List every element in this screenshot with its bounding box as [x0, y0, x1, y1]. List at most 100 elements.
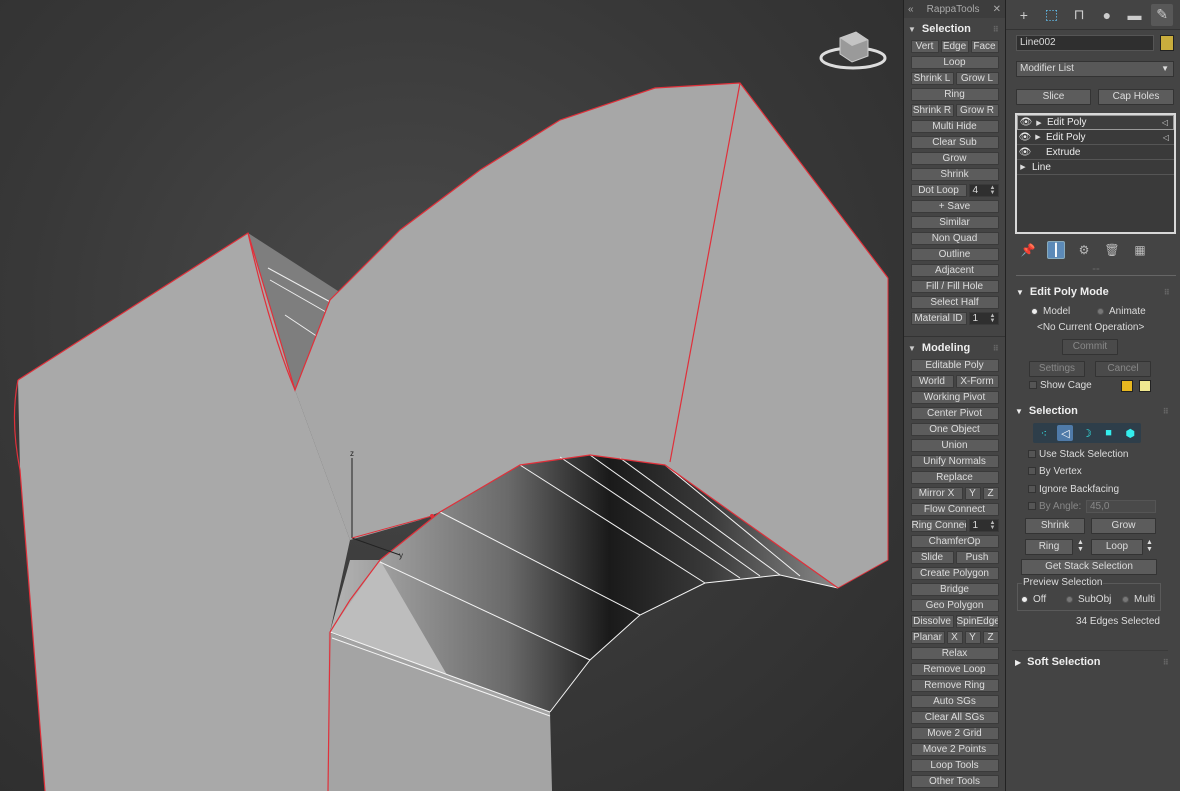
rappa-modeling-rollout[interactable]: ▼ Modeling ⠿: [904, 340, 1005, 356]
expand-icon[interactable]: ▶: [1017, 163, 1029, 171]
motion-icon[interactable]: ●: [1096, 4, 1118, 26]
hierarchy-icon[interactable]: ⊓: [1068, 4, 1090, 26]
shrink-l-button[interactable]: Shrink L: [910, 72, 954, 85]
perspective-viewport[interactable]: z y: [0, 0, 903, 791]
cage-color-swatch-2[interactable]: [1139, 380, 1151, 392]
preview-subobj-radio[interactable]: SubObj: [1066, 594, 1111, 605]
y-button[interactable]: Y: [964, 631, 981, 644]
ring-connect-spinner[interactable]: 1 ▲ ▼: [968, 519, 999, 532]
utilities-icon[interactable]: ✎: [1151, 3, 1174, 26]
use-stack-selection-checkbox[interactable]: Use Stack Selection: [1028, 449, 1129, 460]
border-icon[interactable]: ☽: [1079, 425, 1095, 441]
ring-connect-button[interactable]: Ring Connect: [910, 519, 967, 532]
grow-r-button[interactable]: Grow R: [955, 104, 999, 117]
by-angle-spinner[interactable]: 45,0: [1086, 500, 1156, 513]
make-unique-icon[interactable]: ⚙: [1075, 241, 1093, 259]
auto-sgs-button[interactable]: Auto SGs: [910, 695, 999, 708]
object-color-swatch[interactable]: [1160, 35, 1174, 51]
create-icon[interactable]: +: [1013, 4, 1035, 26]
grow-l-button[interactable]: Grow L: [955, 72, 999, 85]
loop-button[interactable]: Loop: [910, 56, 999, 69]
adjacent-button[interactable]: Adjacent: [910, 264, 999, 277]
stack-item[interactable]: 👁 ▶ Edit Poly ◁: [1017, 130, 1174, 145]
x-form-button[interactable]: X-Form: [955, 375, 999, 388]
edge-icon[interactable]: ◁: [1057, 425, 1074, 441]
close-icon[interactable]: ✕: [993, 4, 1001, 15]
modifier-list-dropdown[interactable]: Modifier List ▼: [1016, 61, 1174, 77]
by-vertex-checkbox[interactable]: By Vertex: [1028, 466, 1082, 477]
cap-holes-button[interactable]: Cap Holes: [1098, 89, 1174, 105]
display-icon[interactable]: ▬: [1123, 4, 1145, 26]
preview-multi-radio[interactable]: Multi: [1122, 594, 1155, 605]
remove-modifier-icon[interactable]: 🗑: [1103, 241, 1121, 259]
center-pivot-button[interactable]: Center Pivot: [910, 407, 999, 420]
cage-color-swatch-1[interactable]: [1121, 380, 1133, 392]
preview-off-radio[interactable]: Off: [1021, 594, 1046, 605]
modify-icon[interactable]: ⬚: [1040, 4, 1062, 26]
flow-connect-button[interactable]: Flow Connect: [910, 503, 999, 516]
settings-button[interactable]: Settings: [1029, 361, 1085, 377]
edge-button[interactable]: Edge: [940, 40, 969, 53]
selection-rollout[interactable]: ▼ Selection ⠿: [1015, 403, 1173, 419]
move-2-grid-button[interactable]: Move 2 Grid: [910, 727, 999, 740]
model-radio[interactable]: Model: [1031, 306, 1070, 317]
clear-sub-button[interactable]: Clear Sub: [910, 136, 999, 149]
geo-polygon-button[interactable]: Geo Polygon: [910, 599, 999, 612]
show-end-result-icon[interactable]: ┃: [1047, 241, 1065, 259]
eye-icon[interactable]: 👁: [1017, 147, 1033, 158]
edit-poly-mode-rollout[interactable]: ▼ Edit Poly Mode ⠿: [1016, 284, 1174, 300]
stack-item[interactable]: 👁 ▶ Edit Poly ◁: [1017, 115, 1174, 130]
slice-button[interactable]: Slice: [1016, 89, 1091, 105]
outline-button[interactable]: Outline: [910, 248, 999, 261]
eye-icon[interactable]: 👁: [1017, 132, 1033, 143]
expand-icon[interactable]: ▶: [1034, 119, 1044, 127]
relax-button[interactable]: Relax: [910, 647, 999, 660]
loop-tools-button[interactable]: Loop Tools: [910, 759, 999, 772]
grow-button[interactable]: Grow: [1091, 518, 1156, 534]
chamferop-button[interactable]: ChamferOp: [910, 535, 999, 548]
dot-loop-button[interactable]: Dot Loop: [910, 184, 967, 197]
ignore-backfacing-checkbox[interactable]: Ignore Backfacing: [1028, 484, 1119, 495]
remove-ring-button[interactable]: Remove Ring: [910, 679, 999, 692]
show-cage-checkbox[interactable]: Show Cage: [1029, 380, 1092, 391]
editable-poly-button[interactable]: Editable Poly: [910, 359, 999, 372]
loop-button[interactable]: Loop: [1091, 539, 1143, 555]
rappa-selection-rollout[interactable]: ▼ Selection ⠿: [904, 21, 1005, 37]
planar-button[interactable]: Planar: [910, 631, 945, 644]
unify-normals-button[interactable]: Unify Normals: [910, 455, 999, 468]
object-name-field[interactable]: Line002: [1016, 35, 1154, 51]
bridge-button[interactable]: Bridge: [910, 583, 999, 596]
replace-button[interactable]: Replace: [910, 471, 999, 484]
clear-all-sgs-button[interactable]: Clear All SGs: [910, 711, 999, 724]
stack-item[interactable]: ▶ Line: [1017, 160, 1174, 175]
one-object-button[interactable]: One Object: [910, 423, 999, 436]
z-button[interactable]: Z: [982, 487, 999, 500]
configure-modifier-sets-icon[interactable]: ▦: [1131, 241, 1149, 259]
z-button[interactable]: Z: [982, 631, 999, 644]
ring-spinner-icon[interactable]: ▲ ▼: [1077, 539, 1084, 553]
shrink-button[interactable]: Shrink: [910, 168, 999, 181]
panel-separator[interactable]: ⁼⁼: [1016, 268, 1176, 276]
dissolve-button[interactable]: Dissolve: [910, 615, 954, 628]
multi-hide-button[interactable]: Multi Hide: [910, 120, 999, 133]
grow-button[interactable]: Grow: [910, 152, 999, 165]
dot-loop-spinner[interactable]: 4 ▲ ▼: [968, 184, 999, 197]
create-polygon-button[interactable]: Create Polygon: [910, 567, 999, 580]
select-half-button[interactable]: Select Half: [910, 296, 999, 309]
vert-button[interactable]: Vert: [910, 40, 939, 53]
other-tools-button[interactable]: Other Tools: [910, 775, 999, 788]
move-2-points-button[interactable]: Move 2 Points: [910, 743, 999, 756]
shrink-r-button[interactable]: Shrink R: [910, 104, 954, 117]
commit-button[interactable]: Commit: [1062, 339, 1118, 355]
push-button[interactable]: Push: [955, 551, 999, 564]
modifier-stack[interactable]: 👁 ▶ Edit Poly ◁ 👁 ▶ Edit Poly ◁ 👁 Extrud…: [1015, 113, 1176, 234]
soft-selection-rollout[interactable]: ▶ Soft Selection ⠿: [1015, 654, 1173, 670]
working-pivot-button[interactable]: Working Pivot: [910, 391, 999, 404]
remove-loop-button[interactable]: Remove Loop: [910, 663, 999, 676]
x-button[interactable]: X: [946, 631, 963, 644]
animate-radio[interactable]: Animate: [1097, 306, 1146, 317]
fill-fill-hole-button[interactable]: Fill / Fill Hole: [910, 280, 999, 293]
y-button[interactable]: Y: [964, 487, 981, 500]
get-stack-selection-button[interactable]: Get Stack Selection: [1021, 559, 1157, 575]
ring-button[interactable]: Ring: [1025, 539, 1073, 555]
